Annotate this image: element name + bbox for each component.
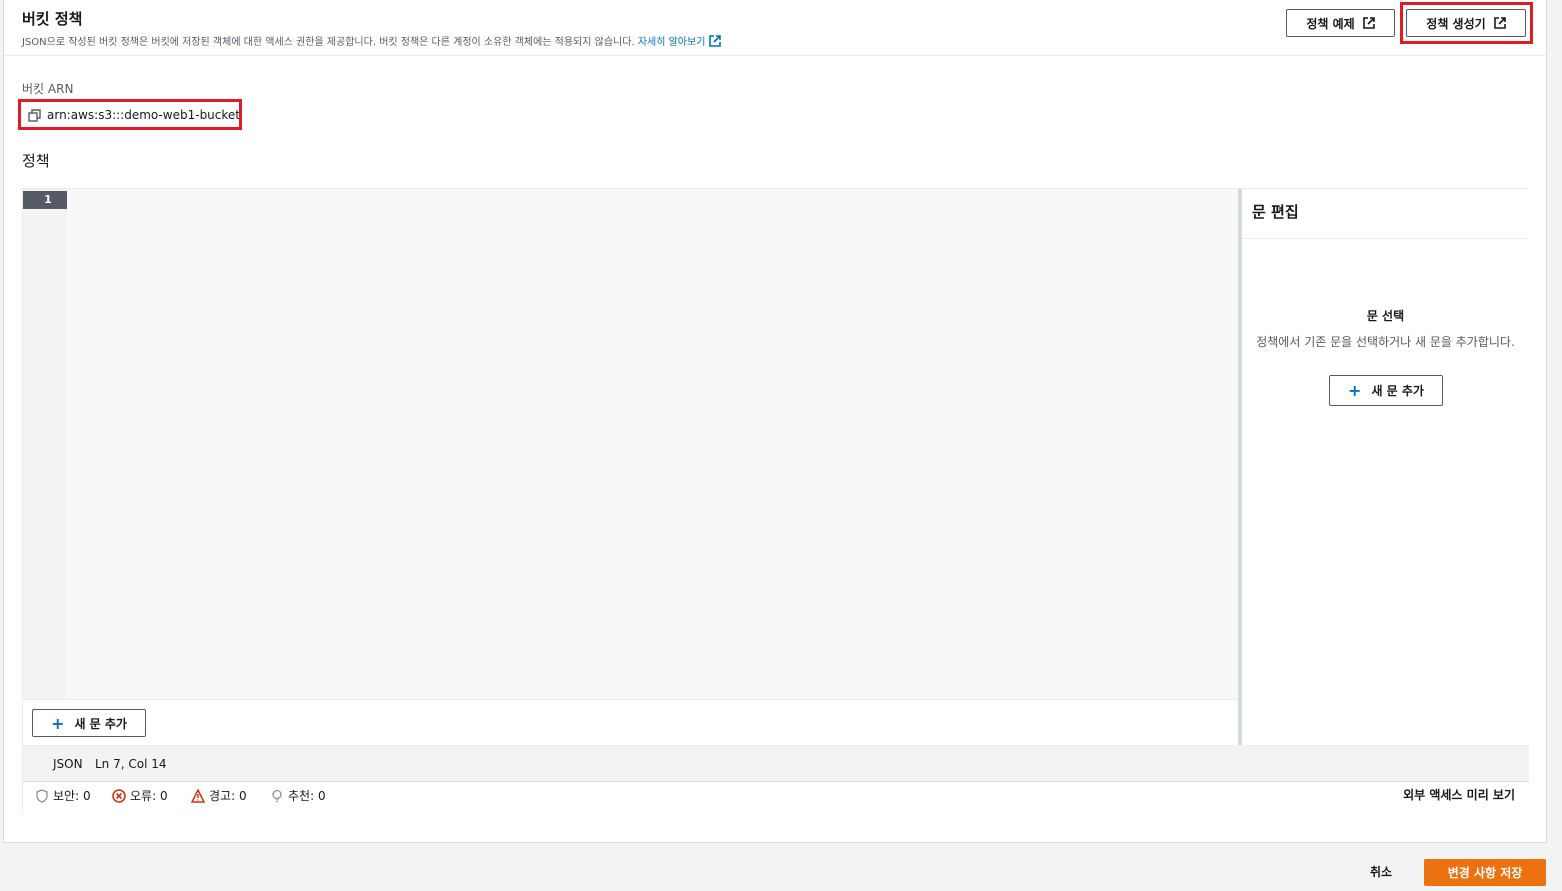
shield-icon — [36, 788, 48, 803]
external-link-icon — [709, 35, 722, 47]
error-icon — [112, 788, 126, 803]
line-number: 1 — [23, 191, 67, 209]
warning-label: 경고: 0 — [209, 789, 247, 803]
side-add-statement-label: 새 문 추가 — [1371, 384, 1424, 398]
external-link-icon — [1362, 17, 1375, 29]
error-label: 오류: 0 — [130, 789, 168, 803]
suggestion-label: 추천: 0 — [288, 789, 326, 803]
add-statement-label: 새 문 추가 — [74, 716, 127, 731]
suggestion-count[interactable]: 추천: 0 — [270, 787, 326, 804]
learn-more-link[interactable]: 자세히 알아보기 — [637, 35, 722, 48]
plus-icon: + — [51, 713, 65, 733]
learn-more-label: 자세히 알아보기 — [637, 37, 706, 48]
statement-editor-title: 문 편집 — [1252, 203, 1299, 221]
editor-status-bar: JSON Ln 7, Col 14 — [23, 745, 1529, 781]
warning-icon — [191, 788, 205, 803]
policy-editor: 1 + 새 문 추가 문 편집 문 선택 정책에서 기존 문을 선택하거나 새 … — [22, 188, 1529, 814]
page-description: JSON으로 작성된 버킷 정책은 버킷에 저장된 객체에 대한 액세스 권한을… — [22, 33, 722, 48]
statement-editor-panel: 문 편집 문 선택 정책에서 기존 문을 선택하거나 새 문을 추가합니다. +… — [1242, 189, 1529, 745]
security-count[interactable]: 보안: 0 — [35, 787, 91, 804]
language-indicator: JSON — [53, 757, 83, 771]
lightbulb-icon — [272, 789, 282, 802]
bucket-policy-panel: 버킷 정책 JSON으로 작성된 버킷 정책은 버킷에 저장된 객체에 대한 액… — [3, 0, 1547, 843]
side-add-statement-button[interactable]: + 새 문 추가 — [1329, 375, 1443, 406]
warning-count[interactable]: 경고: 0 — [191, 787, 247, 804]
security-label: 보안: 0 — [53, 789, 91, 803]
issues-bar: 보안: 0 오류: 0 경고: 0 추천: 0 외부 액세스 미리 보기 — [23, 781, 1529, 814]
policy-title: 정책 — [22, 152, 50, 170]
description-text: JSON으로 작성된 버킷 정책은 버킷에 저장된 객체에 대한 액세스 권한을… — [22, 37, 635, 48]
arn-label: 버킷 ARN — [22, 82, 74, 96]
error-count[interactable]: 오류: 0 — [112, 787, 168, 804]
policy-examples-label: 정책 예제 — [1306, 16, 1355, 31]
select-statement-heading: 문 선택 — [1366, 309, 1405, 323]
cursor-position: Ln 7, Col 14 — [95, 757, 167, 771]
editor-gutter: 1 — [23, 189, 67, 699]
policy-examples-button[interactable]: 정책 예제 — [1286, 9, 1395, 37]
add-statement-button[interactable]: + 새 문 추가 — [32, 709, 146, 737]
preview-external-access-button[interactable]: 외부 액세스 미리 보기 — [1403, 786, 1515, 803]
cancel-button[interactable]: 취소 — [1370, 863, 1392, 880]
code-area[interactable] — [67, 189, 1238, 699]
divider — [1242, 238, 1529, 239]
highlight-box-generator — [1400, 2, 1533, 44]
plus-icon: + — [1348, 381, 1362, 400]
highlight-box-arn — [18, 99, 242, 130]
save-changes-button[interactable]: 변경 사항 저장 — [1424, 859, 1546, 886]
page-title: 버킷 정책 — [22, 10, 83, 28]
panel-header: 버킷 정책 JSON으로 작성된 버킷 정책은 버킷에 저장된 객체에 대한 액… — [4, 0, 1546, 56]
editor-actions: + 새 문 추가 — [23, 699, 1238, 745]
select-statement-text: 정책에서 기존 문을 선택하거나 새 문을 추가합니다. — [1256, 335, 1515, 349]
